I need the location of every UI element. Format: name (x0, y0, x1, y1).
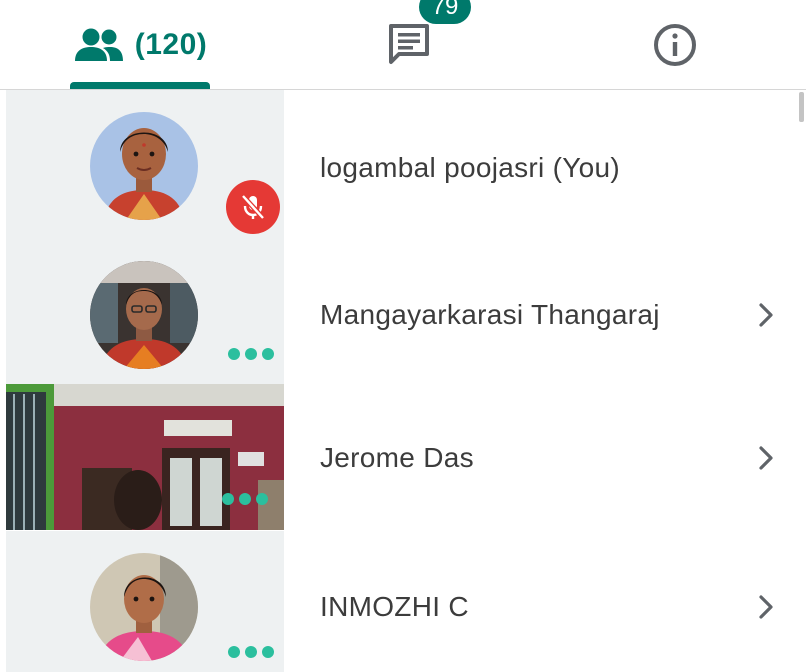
people-icon (74, 28, 123, 61)
muted-badge (226, 180, 280, 234)
video-tile (6, 384, 284, 530)
participant-count: (120) (134, 28, 208, 61)
tab-people[interactable]: (120) (40, 0, 240, 90)
participant-name: logambal poojasri (You) (320, 152, 621, 183)
participant-thumbnail (6, 90, 284, 237)
participant-row[interactable]: Mangayarkarasi Thangaraj (0, 237, 806, 384)
scrollbar-thumb[interactable] (799, 92, 804, 122)
participant-row[interactable]: logambal poojasri (You) (0, 90, 806, 237)
mic-off-icon (241, 194, 265, 220)
participant-list: logambal poojasri (You) Mangayarkarasi T… (0, 90, 806, 672)
chat-icon-wrap: 79 (385, 0, 471, 70)
meet-participants-screen: (120) 79 logambal poojasri (You) Mangaya… (0, 0, 806, 672)
avatar (90, 553, 198, 661)
tab-bar: (120) 79 (0, 0, 806, 90)
info-icon (654, 24, 696, 66)
more-options-button[interactable] (222, 492, 268, 506)
chevron-right-icon[interactable] (752, 593, 780, 621)
tab-chat[interactable]: 79 (330, 0, 490, 90)
avatar (90, 112, 198, 220)
more-options-button[interactable] (228, 347, 274, 361)
chevron-right-icon[interactable] (752, 301, 780, 329)
participant-row[interactable]: Jerome Das (0, 384, 806, 531)
chevron-right-icon[interactable] (752, 444, 780, 472)
participant-thumbnail (6, 237, 284, 384)
tab-info[interactable] (600, 0, 750, 90)
avatar (90, 261, 198, 369)
unread-message-badge: 79 (419, 0, 471, 24)
participant-name: Mangayarkarasi Thangaraj (320, 299, 660, 330)
chat-icon (389, 24, 429, 64)
participant-thumbnail (6, 531, 284, 672)
participant-name: INMOZHI C (320, 591, 469, 622)
participant-row[interactable]: INMOZHI C (0, 531, 806, 672)
more-options-button[interactable] (228, 645, 274, 659)
participant-name: Jerome Das (320, 442, 474, 473)
